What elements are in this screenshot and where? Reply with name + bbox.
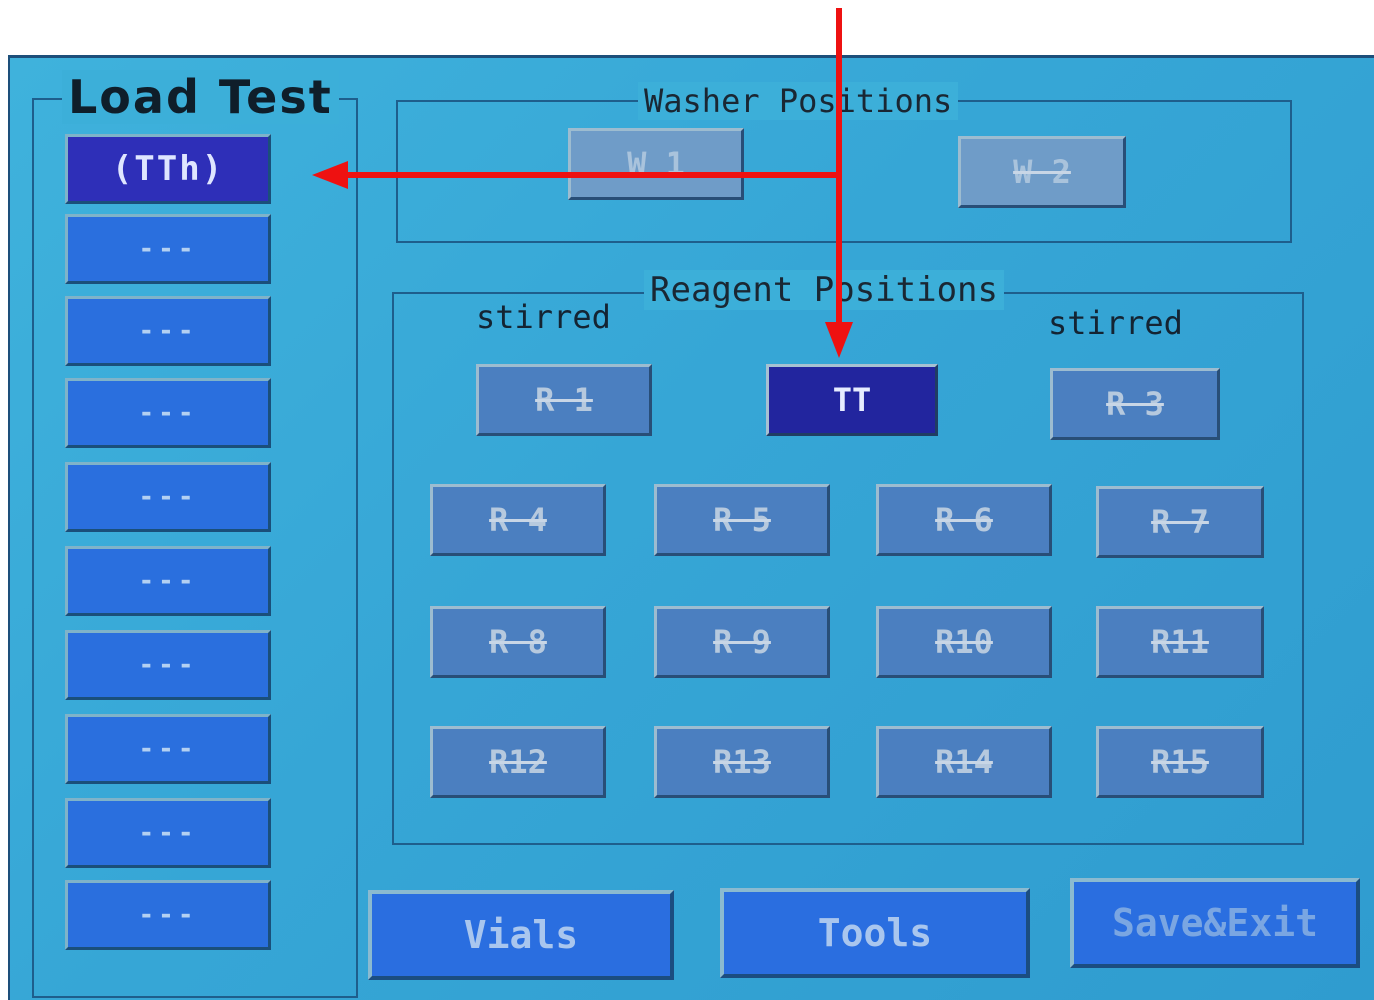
reagent-r4-button[interactable]: R 4 bbox=[430, 484, 606, 556]
load-slot-7[interactable]: --- bbox=[65, 630, 271, 700]
load-slot-2[interactable]: --- bbox=[65, 214, 271, 284]
reagent-r13-button[interactable]: R13 bbox=[654, 726, 830, 798]
device-screen: Load Test (TTh) --- --- --- --- --- --- … bbox=[8, 55, 1374, 1000]
reagent-r1-button[interactable]: R 1 bbox=[476, 364, 652, 436]
annotation-arrow-down-icon bbox=[825, 322, 853, 358]
reagent-r8-button[interactable]: R 8 bbox=[430, 606, 606, 678]
annotation-vertical-line bbox=[836, 8, 842, 324]
washer-positions-title: Washer Positions bbox=[638, 82, 959, 120]
reagent-r5-button[interactable]: R 5 bbox=[654, 484, 830, 556]
reagent-r10-button[interactable]: R10 bbox=[876, 606, 1052, 678]
stirred-label-right: stirred bbox=[1048, 304, 1183, 342]
load-slot-4[interactable]: --- bbox=[65, 378, 271, 448]
reagent-tt-button[interactable]: TT bbox=[766, 364, 938, 436]
washer-w2-button[interactable]: W 2 bbox=[958, 136, 1126, 208]
reagent-positions-title: Reagent Positions bbox=[644, 270, 1004, 310]
reagent-r3-button[interactable]: R 3 bbox=[1050, 368, 1220, 440]
reagent-r9-button[interactable]: R 9 bbox=[654, 606, 830, 678]
load-slot-8[interactable]: --- bbox=[65, 714, 271, 784]
load-slot-3[interactable]: --- bbox=[65, 296, 271, 366]
load-slot-6[interactable]: --- bbox=[65, 546, 271, 616]
load-slot-5[interactable]: --- bbox=[65, 462, 271, 532]
reagent-r15-button[interactable]: R15 bbox=[1096, 726, 1264, 798]
reagent-r12-button[interactable]: R12 bbox=[430, 726, 606, 798]
reagent-r7-button[interactable]: R 7 bbox=[1096, 486, 1264, 558]
vials-button[interactable]: Vials bbox=[368, 890, 674, 980]
washer-w1-button[interactable]: W 1 bbox=[568, 128, 744, 200]
stirred-label-left: stirred bbox=[476, 298, 611, 336]
load-test-title: Load Test bbox=[62, 70, 339, 124]
annotation-horizontal-line bbox=[346, 172, 840, 178]
load-slot-10[interactable]: --- bbox=[65, 880, 271, 950]
reagent-r6-button[interactable]: R 6 bbox=[876, 484, 1052, 556]
save-exit-button[interactable]: Save&Exit bbox=[1070, 878, 1360, 968]
reagent-r14-button[interactable]: R14 bbox=[876, 726, 1052, 798]
tools-button[interactable]: Tools bbox=[720, 888, 1030, 978]
load-slot-9[interactable]: --- bbox=[65, 798, 271, 868]
load-slot-1[interactable]: (TTh) bbox=[65, 134, 271, 204]
annotation-arrow-left-icon bbox=[312, 161, 348, 189]
reagent-r11-button[interactable]: R11 bbox=[1096, 606, 1264, 678]
